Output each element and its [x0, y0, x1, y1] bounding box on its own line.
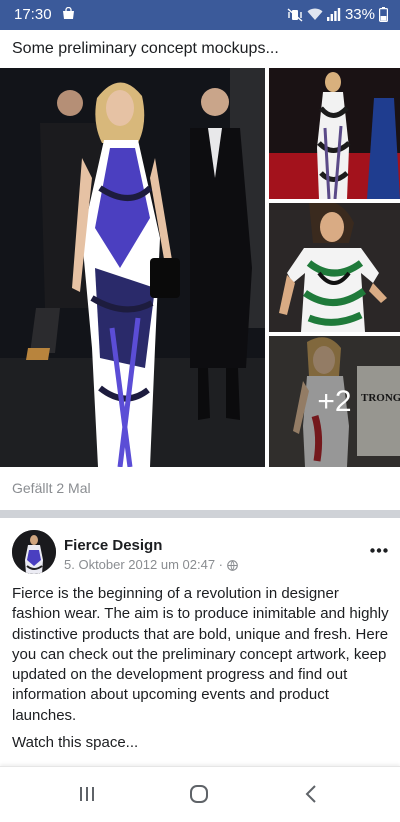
status-bar: 17:30 33%: [0, 0, 400, 30]
wifi-icon: [307, 8, 323, 21]
recent-apps-icon[interactable]: [72, 783, 102, 805]
mute-vibrate-icon: [287, 7, 303, 22]
post-caption: Some preliminary concept mockups...: [12, 40, 279, 57]
system-nav-bar: [0, 766, 400, 822]
post-extra-text: Watch this space...: [12, 734, 139, 751]
photo-thumb-3[interactable]: TRONG +2: [269, 336, 400, 467]
back-icon[interactable]: [296, 783, 326, 805]
battery-percent: 33%: [344, 6, 375, 23]
photo-thumb-1[interactable]: [269, 68, 400, 199]
post-meta: 5. Oktober 2012 um 02:47 ·: [64, 557, 238, 572]
battery-icon: [379, 7, 388, 22]
shopping-bag-icon: [62, 7, 75, 20]
post-separator: [0, 510, 400, 518]
post-body-text: Fierce is the beginning of a revolution …: [12, 585, 389, 724]
likes-count[interactable]: Gefällt 2 Mal: [12, 480, 91, 496]
signal-icon: [326, 8, 341, 21]
status-icons: 33%: [287, 6, 388, 23]
status-time: 17:30: [14, 6, 52, 23]
photo-main[interactable]: [0, 68, 265, 467]
photo-grid: TRONG +2: [0, 68, 400, 467]
more-options-icon[interactable]: [370, 542, 388, 553]
page-name[interactable]: Fierce Design: [64, 537, 162, 554]
avatar[interactable]: [12, 530, 56, 574]
photo-thumb-2[interactable]: [269, 203, 400, 332]
post-timestamp[interactable]: 5. Oktober 2012 um 02:47 ·: [64, 557, 223, 572]
more-photos-count[interactable]: +2: [269, 336, 400, 467]
globe-icon: [227, 559, 238, 571]
home-icon[interactable]: [184, 783, 214, 805]
